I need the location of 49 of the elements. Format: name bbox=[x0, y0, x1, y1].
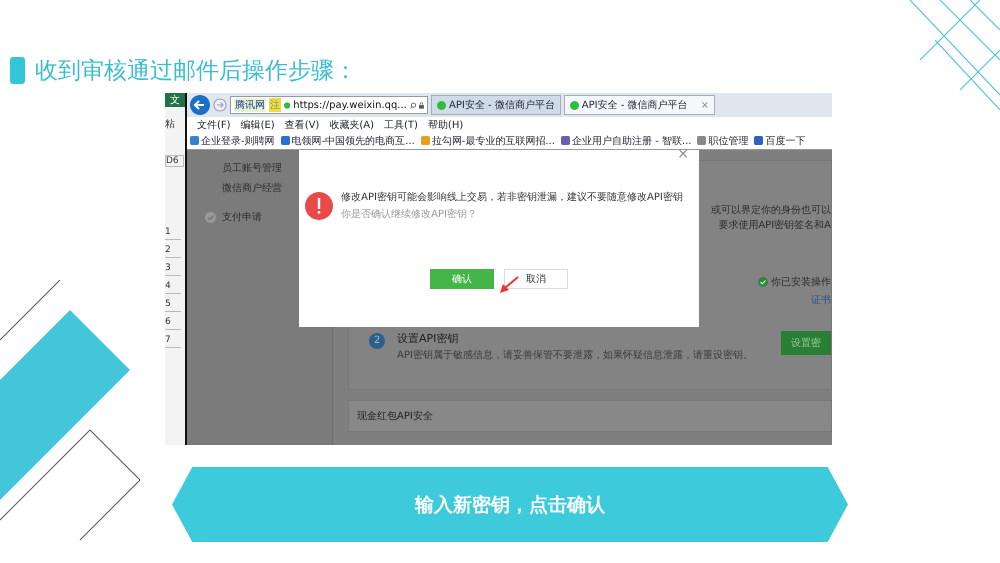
browser-tab[interactable]: API安全 - 微信商户平台 bbox=[431, 95, 561, 115]
favorite-link[interactable]: 百度一下 bbox=[754, 134, 806, 148]
row-number: 7 bbox=[165, 335, 181, 348]
caption-banner: 输入新密钥，点击确认 bbox=[172, 467, 848, 542]
step-number: 2 bbox=[369, 333, 385, 349]
step-title: 设置API密钥 bbox=[397, 331, 460, 346]
favorite-link[interactable]: 拉勾网-最专业的互联网招... bbox=[420, 134, 555, 148]
back-icon[interactable] bbox=[190, 95, 210, 115]
cell-reference: D6 bbox=[165, 155, 184, 167]
menu-item[interactable]: 帮助(H) bbox=[428, 118, 464, 132]
section-title: 现金红包API安全 bbox=[357, 410, 433, 423]
browser-tab[interactable]: API安全 - 微信商户平台 × bbox=[564, 95, 715, 115]
status-text: 你已安装操作 bbox=[771, 276, 831, 289]
row-number: 6 bbox=[165, 317, 181, 330]
warning-message: 修改API密钥可能会影响线上交易，若非密钥泄漏，建议不要随意修改API密钥 bbox=[341, 190, 683, 204]
lock-icon bbox=[419, 100, 424, 110]
url-text: https://pay.weixin.qq... bbox=[293, 100, 407, 110]
site-label: 腾讯网 bbox=[234, 98, 266, 112]
menu-item[interactable]: 收藏夹(A) bbox=[329, 118, 374, 132]
ribbon-tab[interactable]: 文 bbox=[165, 93, 185, 107]
menu-item[interactable]: 文件(F) bbox=[197, 118, 231, 132]
row-number: 3 bbox=[165, 263, 181, 276]
favorite-link[interactable]: 企业用户自助注册 - 智联... bbox=[560, 134, 692, 148]
description-text: 或可以界定你的身份也可以 bbox=[711, 204, 831, 218]
confirm-question: 你是否确认继续修改API密钥？ bbox=[341, 208, 478, 221]
menu-item[interactable]: 编辑(E) bbox=[240, 118, 275, 132]
favorite-link[interactable]: 电领网-中国领先的电商互... bbox=[280, 134, 415, 148]
site-badge: 注 bbox=[269, 98, 281, 112]
cancel-button[interactable]: 取消 bbox=[504, 269, 568, 289]
address-bar[interactable]: 腾讯网 注 https://pay.weixin.qq... bbox=[230, 96, 428, 114]
favorite-link[interactable]: 企业登录-则聘网 bbox=[190, 134, 275, 148]
close-button[interactable]: × bbox=[677, 150, 689, 162]
paste-label: 粘 bbox=[165, 118, 175, 131]
menu-item[interactable]: 查看(V) bbox=[284, 118, 320, 132]
row-number: 5 bbox=[165, 299, 181, 312]
check-icon bbox=[758, 277, 768, 287]
error-icon bbox=[305, 192, 334, 220]
menu-item[interactable]: 工具(T) bbox=[384, 118, 418, 132]
step-description: API密钥属于敏感信息，请妥善保管不要泄露，如果怀疑信息泄露，请重设密钥。 bbox=[397, 348, 754, 362]
search-icon[interactable] bbox=[410, 100, 416, 110]
pointer-arrow bbox=[499, 276, 519, 294]
row-number: 1 bbox=[165, 227, 181, 240]
row-number: 2 bbox=[165, 245, 181, 258]
title-marker bbox=[10, 56, 25, 84]
description-text: 要求使用API密钥签名和A bbox=[718, 218, 831, 233]
slide-title: 收到审核通过邮件后操作步骤： bbox=[35, 56, 357, 86]
row-number: 4 bbox=[165, 281, 181, 294]
check-icon bbox=[205, 212, 216, 222]
favorite-link[interactable]: 职位管理 bbox=[697, 134, 748, 148]
